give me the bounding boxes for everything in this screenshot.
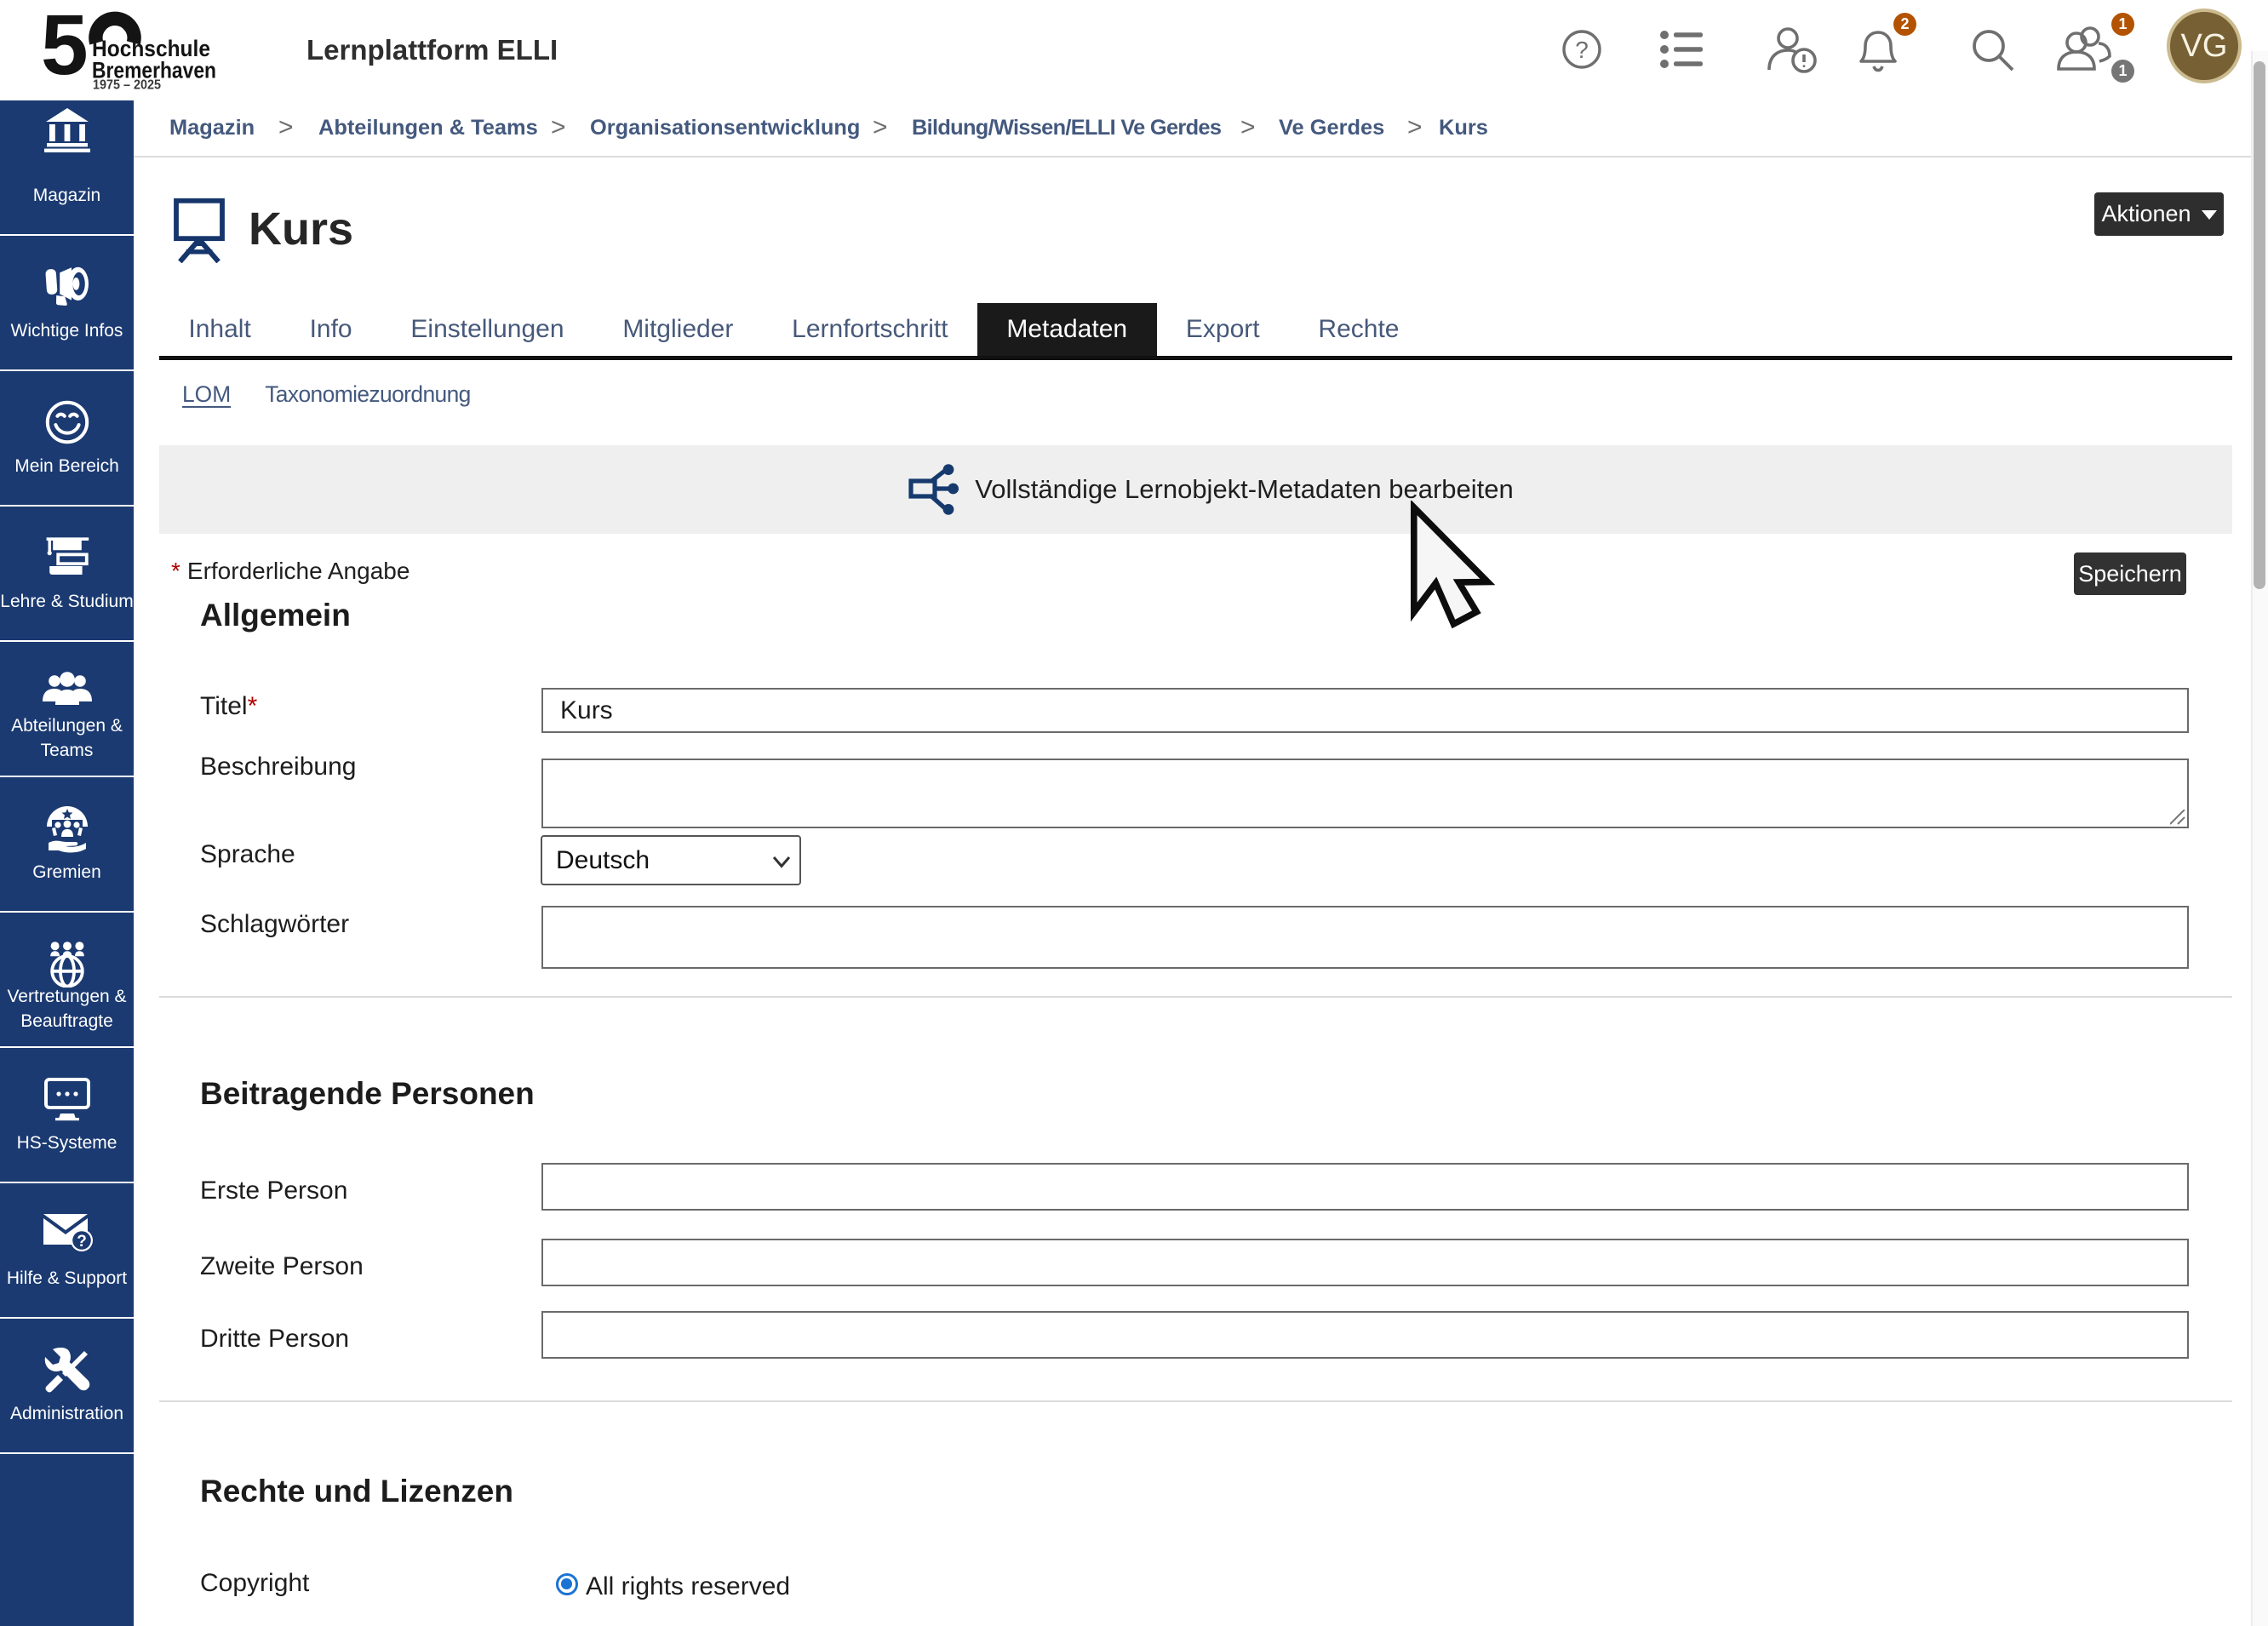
svg-text:?: ?: [77, 1233, 87, 1251]
svg-text:1975 – 2025: 1975 – 2025: [93, 78, 161, 93]
svg-text:5: 5: [41, 0, 89, 93]
svg-text:?: ?: [1575, 37, 1589, 63]
